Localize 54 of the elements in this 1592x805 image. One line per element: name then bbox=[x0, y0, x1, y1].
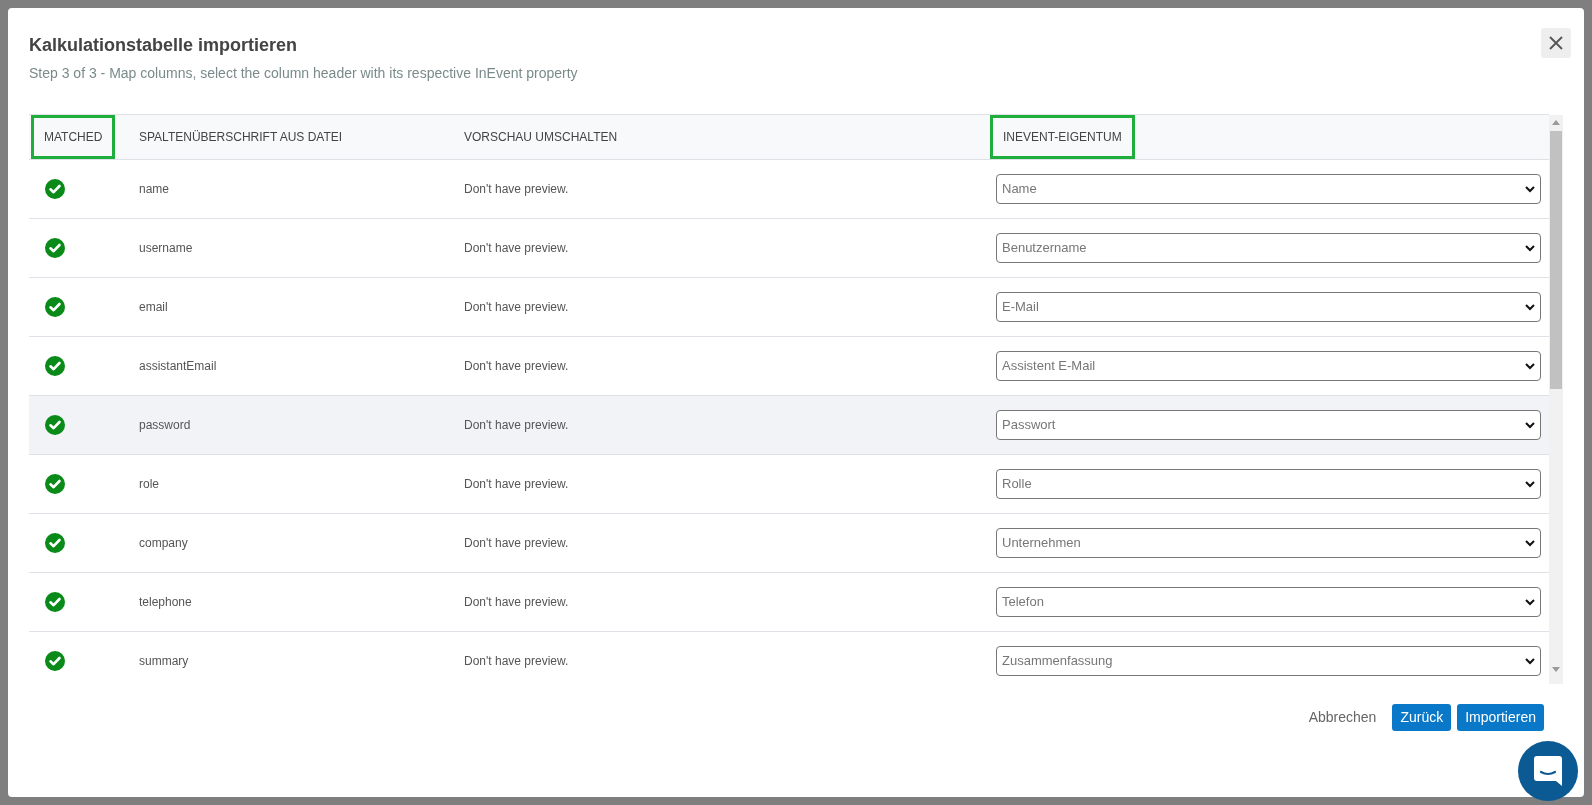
chevron-down-icon bbox=[1525, 421, 1535, 429]
property-select[interactable]: Zusammenfassung bbox=[996, 646, 1541, 676]
table-cell-text: username bbox=[139, 240, 193, 257]
table-cell-text: Don't have preview. bbox=[464, 594, 569, 611]
scrollbar[interactable] bbox=[1549, 115, 1563, 684]
table-cell-text: Don't have preview. bbox=[464, 358, 569, 375]
chevron-down-icon bbox=[1525, 539, 1535, 547]
chevron-down-icon bbox=[1525, 480, 1535, 488]
cancel-button[interactable]: Abbrechen bbox=[1302, 704, 1383, 731]
property-select[interactable]: Unternehmen bbox=[996, 528, 1541, 558]
property-select[interactable]: Telefon bbox=[996, 587, 1541, 617]
property-select[interactable]: E-Mail bbox=[996, 292, 1541, 322]
column-header: SPALTENÜBERSCHRIFT AUS DATEI bbox=[138, 129, 344, 146]
primary-button[interactable]: Zurück bbox=[1392, 704, 1452, 731]
table-cell-text: assistantEmail bbox=[139, 358, 217, 375]
property-select[interactable]: Assistent E-Mail bbox=[996, 351, 1541, 381]
property-select[interactable]: Name bbox=[996, 174, 1541, 204]
column-header: MATCHED bbox=[31, 115, 116, 159]
scroll-down-icon bbox=[1552, 667, 1560, 672]
table-cell-text: Don't have preview. bbox=[464, 240, 569, 257]
chat-icon bbox=[1534, 756, 1562, 786]
scroll-up-icon bbox=[1552, 120, 1560, 125]
chevron-down-icon bbox=[1525, 362, 1535, 370]
table-cell-text: role bbox=[139, 476, 159, 493]
property-select[interactable]: Benutzername bbox=[996, 233, 1541, 263]
chevron-down-icon bbox=[1525, 657, 1535, 665]
property-select[interactable]: Rolle bbox=[996, 469, 1541, 499]
dialog-title: Kalkulationstabelle importieren bbox=[29, 34, 299, 57]
table-cell-text: email bbox=[139, 299, 168, 316]
scrollbar-thumb[interactable] bbox=[1550, 131, 1562, 389]
chevron-down-icon bbox=[1525, 303, 1535, 311]
property-select[interactable]: Passwort bbox=[996, 410, 1541, 440]
table-cell-text: Don't have preview. bbox=[464, 299, 569, 316]
dialog-subtitle: Step 3 of 3 - Map columns, select the column header with its respective InEvent property bbox=[29, 64, 578, 83]
table-cell-text: Don't have preview. bbox=[464, 181, 569, 198]
table-cell-text: Don't have preview. bbox=[464, 535, 569, 552]
table-cell-text: company bbox=[139, 535, 188, 552]
column-header: VORSCHAU UMSCHALTEN bbox=[463, 129, 619, 146]
table-cell-text: summary bbox=[139, 653, 189, 670]
chevron-down-icon bbox=[1525, 598, 1535, 606]
close-button[interactable] bbox=[1541, 28, 1571, 58]
chevron-down-icon bbox=[1525, 244, 1535, 252]
table-cell-text: Don't have preview. bbox=[464, 417, 569, 434]
table-cell-text: Don't have preview. bbox=[464, 653, 569, 670]
table-cell-text: name bbox=[139, 181, 170, 198]
close-icon bbox=[1548, 35, 1564, 51]
chevron-down-icon bbox=[1525, 185, 1535, 193]
column-header: INEVENT-EIGENTUM bbox=[990, 115, 1135, 159]
primary-button[interactable]: Importieren bbox=[1457, 704, 1544, 731]
table-cell-text: password bbox=[139, 417, 191, 434]
table-cell-text: telephone bbox=[139, 594, 192, 611]
chat-launcher[interactable] bbox=[1518, 741, 1578, 801]
table-row[interactable]: password Don't have preview. Passwort bbox=[29, 396, 1549, 455]
table-cell-text: Don't have preview. bbox=[464, 476, 569, 493]
